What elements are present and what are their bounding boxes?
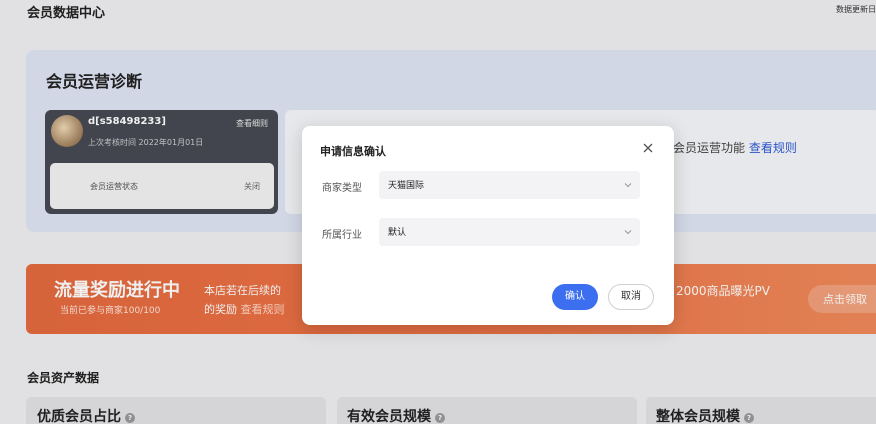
close-icon[interactable] bbox=[642, 142, 654, 154]
industry-label: 所属行业 bbox=[322, 230, 362, 241]
cancel-button[interactable]: 取消 bbox=[608, 284, 654, 310]
industry-select[interactable]: 默认 bbox=[379, 218, 640, 246]
industry-value: 默认 bbox=[388, 228, 407, 238]
merchant-type-select[interactable]: 天猫国际 bbox=[379, 171, 640, 199]
merchant-type-value: 天猫国际 bbox=[388, 181, 425, 191]
merchant-type-label: 商家类型 bbox=[322, 183, 362, 194]
chevron-down-icon bbox=[624, 230, 632, 235]
confirm-button[interactable]: 确认 bbox=[552, 284, 598, 310]
dialog-title: 申请信息确认 bbox=[320, 145, 386, 158]
chevron-down-icon bbox=[624, 183, 632, 188]
